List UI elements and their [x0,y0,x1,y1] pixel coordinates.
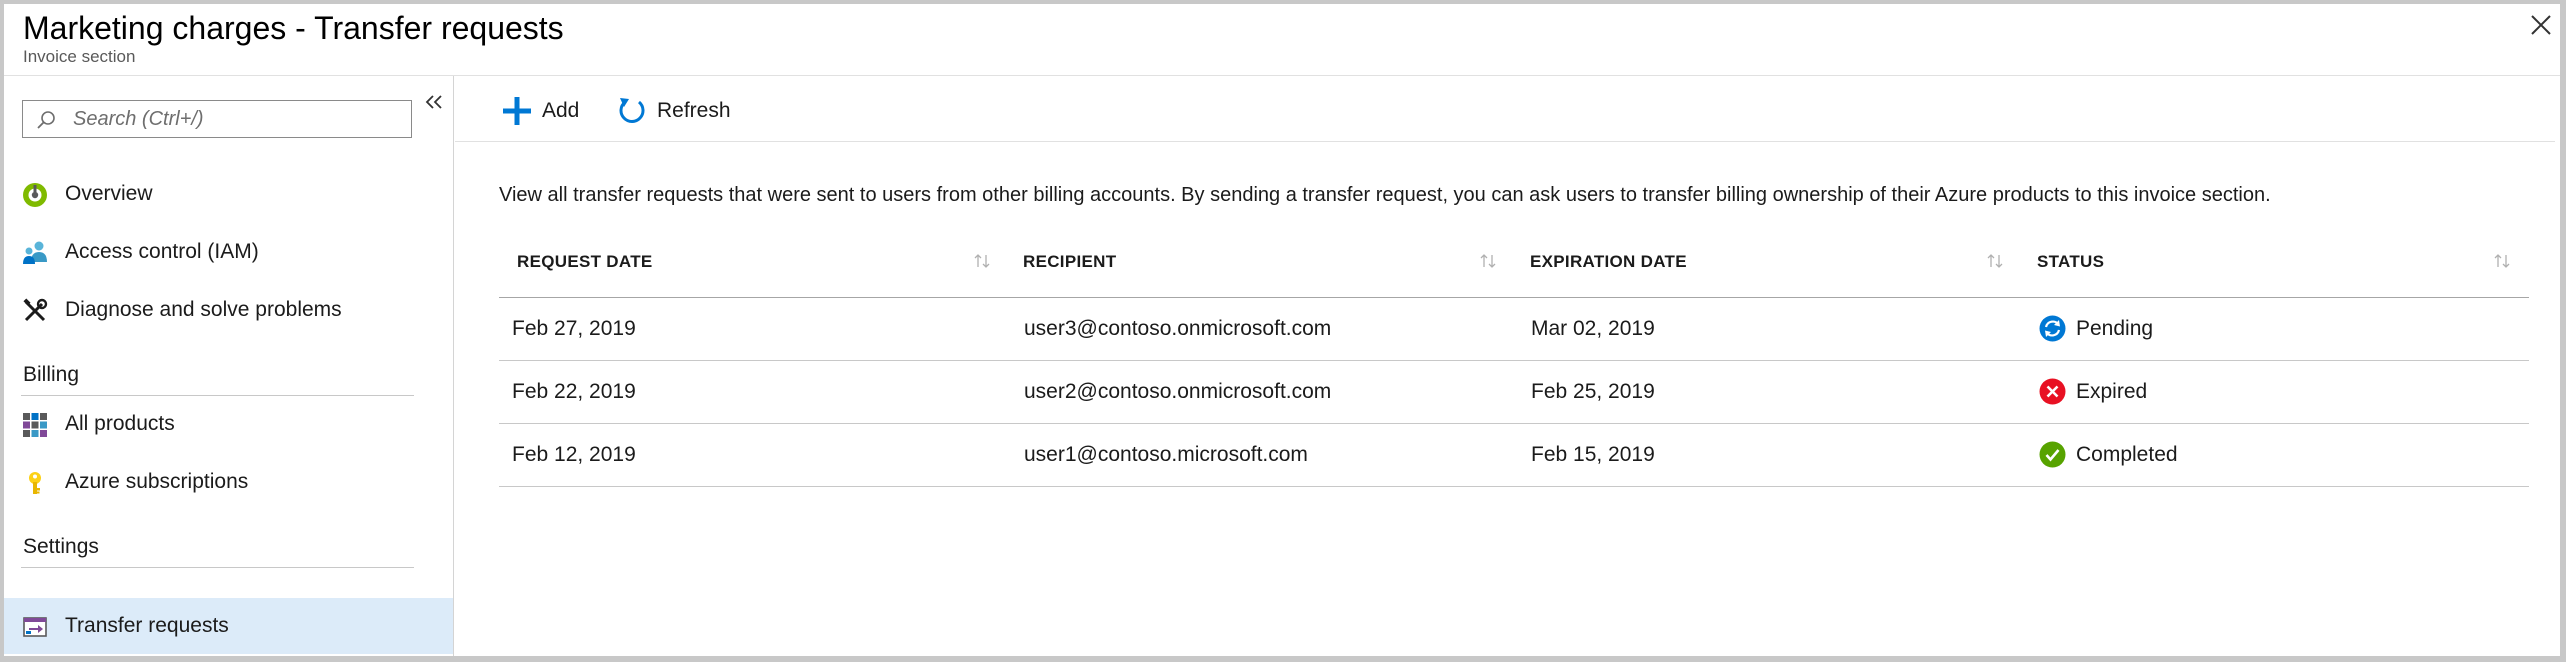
refresh-button-label: Refresh [657,99,731,122]
pending-icon [2039,315,2066,342]
nav-item-all-products[interactable]: All products [4,396,453,452]
nav-section-heading: Billing [23,363,80,386]
column-header-label: REQUEST DATE [517,252,653,271]
status-cell: Completed [2076,443,2178,466]
nav-item-label: Diagnose and solve problems [65,298,342,321]
nav-section-billing: Billing [21,352,414,396]
column-header-label: EXPIRATION DATE [1530,252,1687,271]
column-header-expiration-date[interactable]: EXPIRATION DATE [1512,250,2012,278]
nav-item-label: Overview [65,182,153,205]
close-button[interactable] [2526,10,2556,40]
nav-item-transfer-requests[interactable]: Transfer requests [4,598,453,654]
nav-item-label: Transfer requests [65,614,229,637]
expiration-date-cell: Feb 15, 2019 [1531,443,1655,466]
sort-icon [1987,254,2003,268]
sort-icon [2494,254,2510,268]
recipient-cell: user2@contoso.onmicrosoft.com [1024,380,1332,403]
status-cell: Pending [2076,317,2154,340]
close-icon [2531,15,2551,35]
page-subtitle: Invoice section [23,47,136,66]
refresh-button[interactable]: Refresh [617,90,747,128]
search-icon [37,111,55,129]
column-header-status[interactable]: STATUS [2019,250,2519,278]
nav-item-diagnose[interactable]: Diagnose and solve problems [4,282,453,338]
blade-header: Marketing charges - Transfer requests In… [4,4,2560,76]
request-date-cell: Feb 22, 2019 [512,380,636,403]
add-button[interactable]: Add [502,90,592,128]
nav-item-label: Azure subscriptions [65,470,249,493]
nav-section-heading: Settings [23,535,99,558]
nav-item-label: Access control (IAM) [65,240,259,263]
table-header: REQUEST DATE RECIPIENT EXPIRATION DATE S… [499,226,2529,298]
sort-icon [1480,254,1496,268]
expired-icon [2039,378,2066,405]
collapse-nav-button[interactable] [422,90,446,114]
overview-icon [23,183,47,207]
people-icon [23,241,47,264]
status-cell: Expired [2076,380,2148,403]
nav-item-overview[interactable]: Overview [4,166,453,222]
sort-icon [974,254,990,268]
wrench-icon [23,298,48,322]
column-header-label: RECIPIENT [1023,252,1117,271]
expiration-date-cell: Mar 02, 2019 [1531,317,1655,340]
add-button-label: Add [542,99,580,122]
grid-icon [23,413,47,437]
page-description: View all transfer requests that were sen… [499,184,2271,206]
expiration-date-cell: Feb 25, 2019 [1531,380,1655,403]
refresh-icon [619,98,645,123]
table-row[interactable]: Feb 22, 2019 user2@contoso.onmicrosoft.c… [499,361,2529,424]
column-header-request-date[interactable]: REQUEST DATE [499,250,999,278]
request-date-cell: Feb 27, 2019 [512,317,636,340]
recipient-cell: user3@contoso.onmicrosoft.com [1024,317,1332,340]
double-chevron-left-icon [425,95,442,109]
page-title: Marketing charges - Transfer requests [23,10,564,46]
nav-item-azure-subscriptions[interactable]: Azure subscriptions [4,454,453,510]
left-nav: Overview Access control (IAM) Diagnose a… [4,76,454,656]
column-header-label: STATUS [2037,252,2105,271]
blade: Marketing charges - Transfer requests In… [4,4,2560,656]
table-row[interactable]: Feb 27, 2019 user3@contoso.onmicrosoft.c… [499,298,2529,361]
request-date-cell: Feb 12, 2019 [512,443,636,466]
column-header-recipient[interactable]: RECIPIENT [1005,250,1505,278]
nav-item-access-control[interactable]: Access control (IAM) [4,224,453,280]
nav-section-settings: Settings [21,524,414,568]
recipient-cell: user1@contoso.microsoft.com [1024,443,1308,466]
main-content: Add Refresh View all transfer requests t… [455,76,2560,656]
key-icon [29,472,41,494]
toolbar: Add Refresh [455,76,2555,142]
transfer-icon [23,617,47,637]
completed-icon [2039,441,2066,468]
table-row[interactable]: Feb 12, 2019 user1@contoso.microsoft.com… [499,424,2529,487]
search-input[interactable] [73,105,403,133]
search-box[interactable] [22,100,412,138]
plus-icon [503,97,531,125]
nav-item-label: All products [65,412,175,435]
